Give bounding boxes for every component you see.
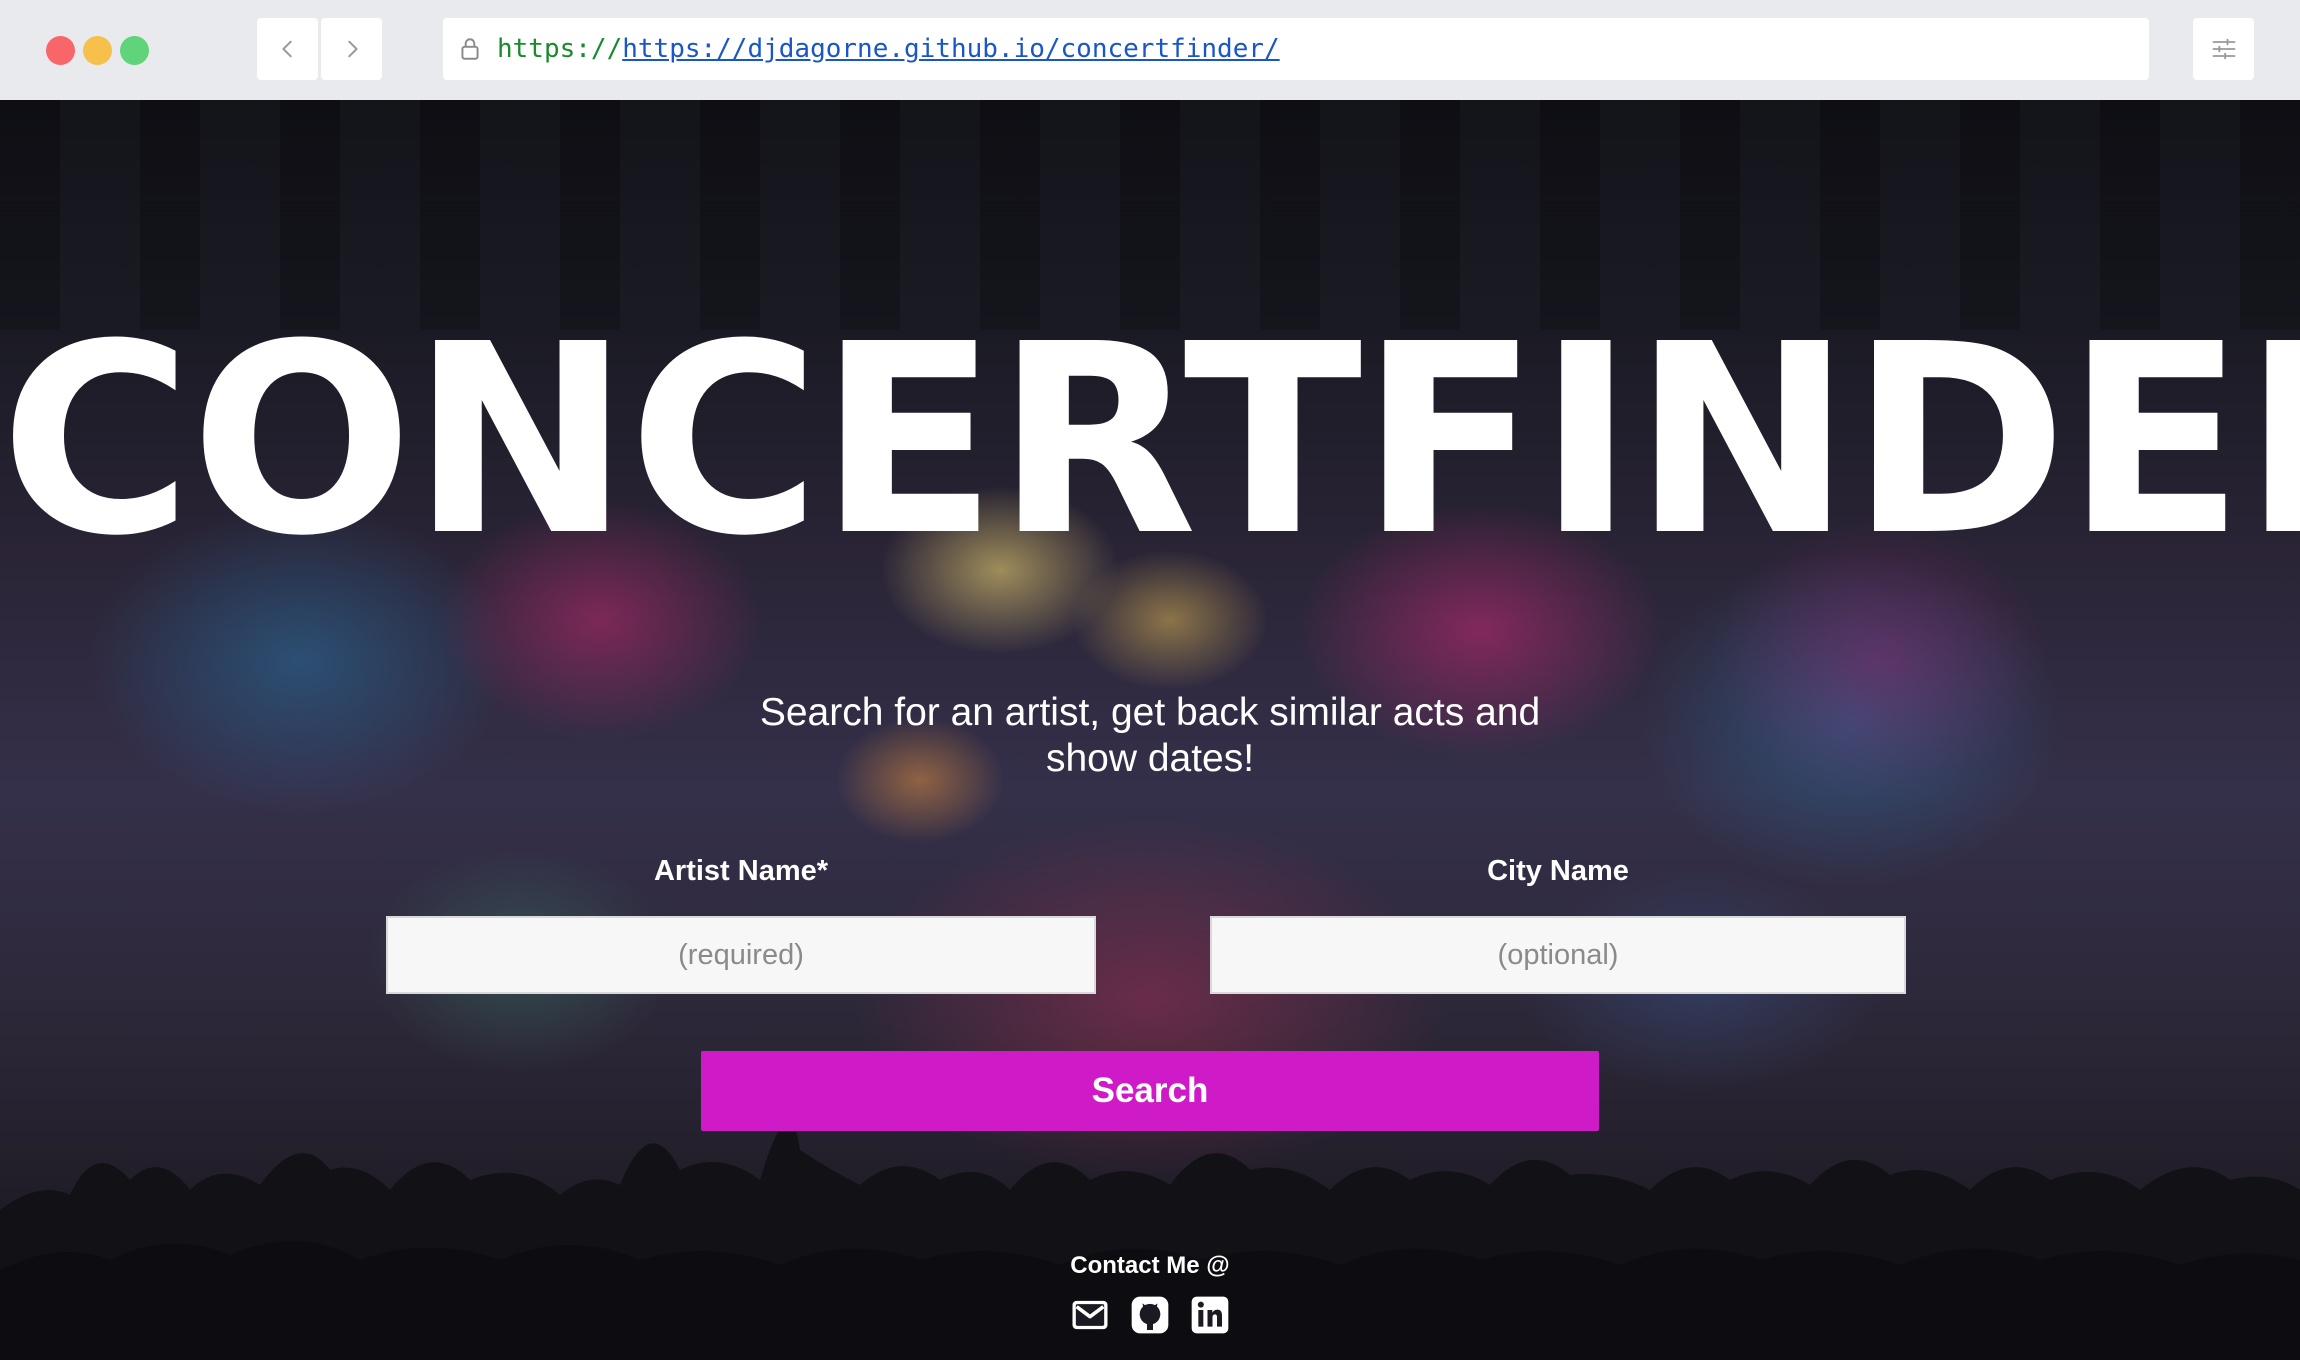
settings-button[interactable] [2193, 18, 2254, 80]
site-title: CONCERTFINDER [0, 288, 2300, 593]
lock-icon [461, 38, 479, 60]
minimize-window-button[interactable] [83, 36, 112, 65]
forward-button[interactable] [321, 18, 382, 80]
address-bar[interactable]: https:// https://djdagorne.github.io/con… [443, 18, 2149, 80]
browser-chrome: https:// https://djdagorne.github.io/con… [0, 0, 2300, 100]
search-button[interactable]: Search [701, 1051, 1599, 1131]
linkedin-link[interactable] [1189, 1294, 1231, 1336]
maximize-window-button[interactable] [120, 36, 149, 65]
back-arrow-icon [281, 40, 292, 58]
github-link[interactable] [1129, 1294, 1171, 1336]
contact-links [1069, 1294, 1231, 1338]
city-name-input[interactable] [1210, 916, 1906, 994]
url-text[interactable]: https://djdagorne.github.io/concertfinde… [622, 34, 1279, 64]
artist-name-label: Artist Name* [653, 855, 829, 887]
contact-label: Contact Me @ [1070, 1252, 1230, 1279]
back-button[interactable] [257, 18, 318, 80]
settings-sliders-icon [2212, 38, 2235, 60]
email-icon [1072, 1300, 1108, 1330]
artist-name-input[interactable] [386, 916, 1096, 994]
tagline: Search for an artist, get back similar a… [759, 691, 1541, 780]
forward-arrow-icon [347, 40, 358, 58]
main-content: CONCERTFINDER Search for an artist, get … [0, 100, 2300, 1360]
page-background: CONCERTFINDER Search for an artist, get … [0, 100, 2300, 1360]
close-window-button[interactable] [46, 36, 75, 65]
github-icon [1131, 1296, 1169, 1334]
email-link[interactable] [1069, 1294, 1111, 1336]
url-scheme: https:// [497, 34, 623, 64]
navigation-buttons [257, 18, 382, 80]
city-name-label: City Name [1487, 855, 1629, 887]
window-controls [46, 36, 149, 65]
linkedin-icon [1191, 1296, 1229, 1334]
